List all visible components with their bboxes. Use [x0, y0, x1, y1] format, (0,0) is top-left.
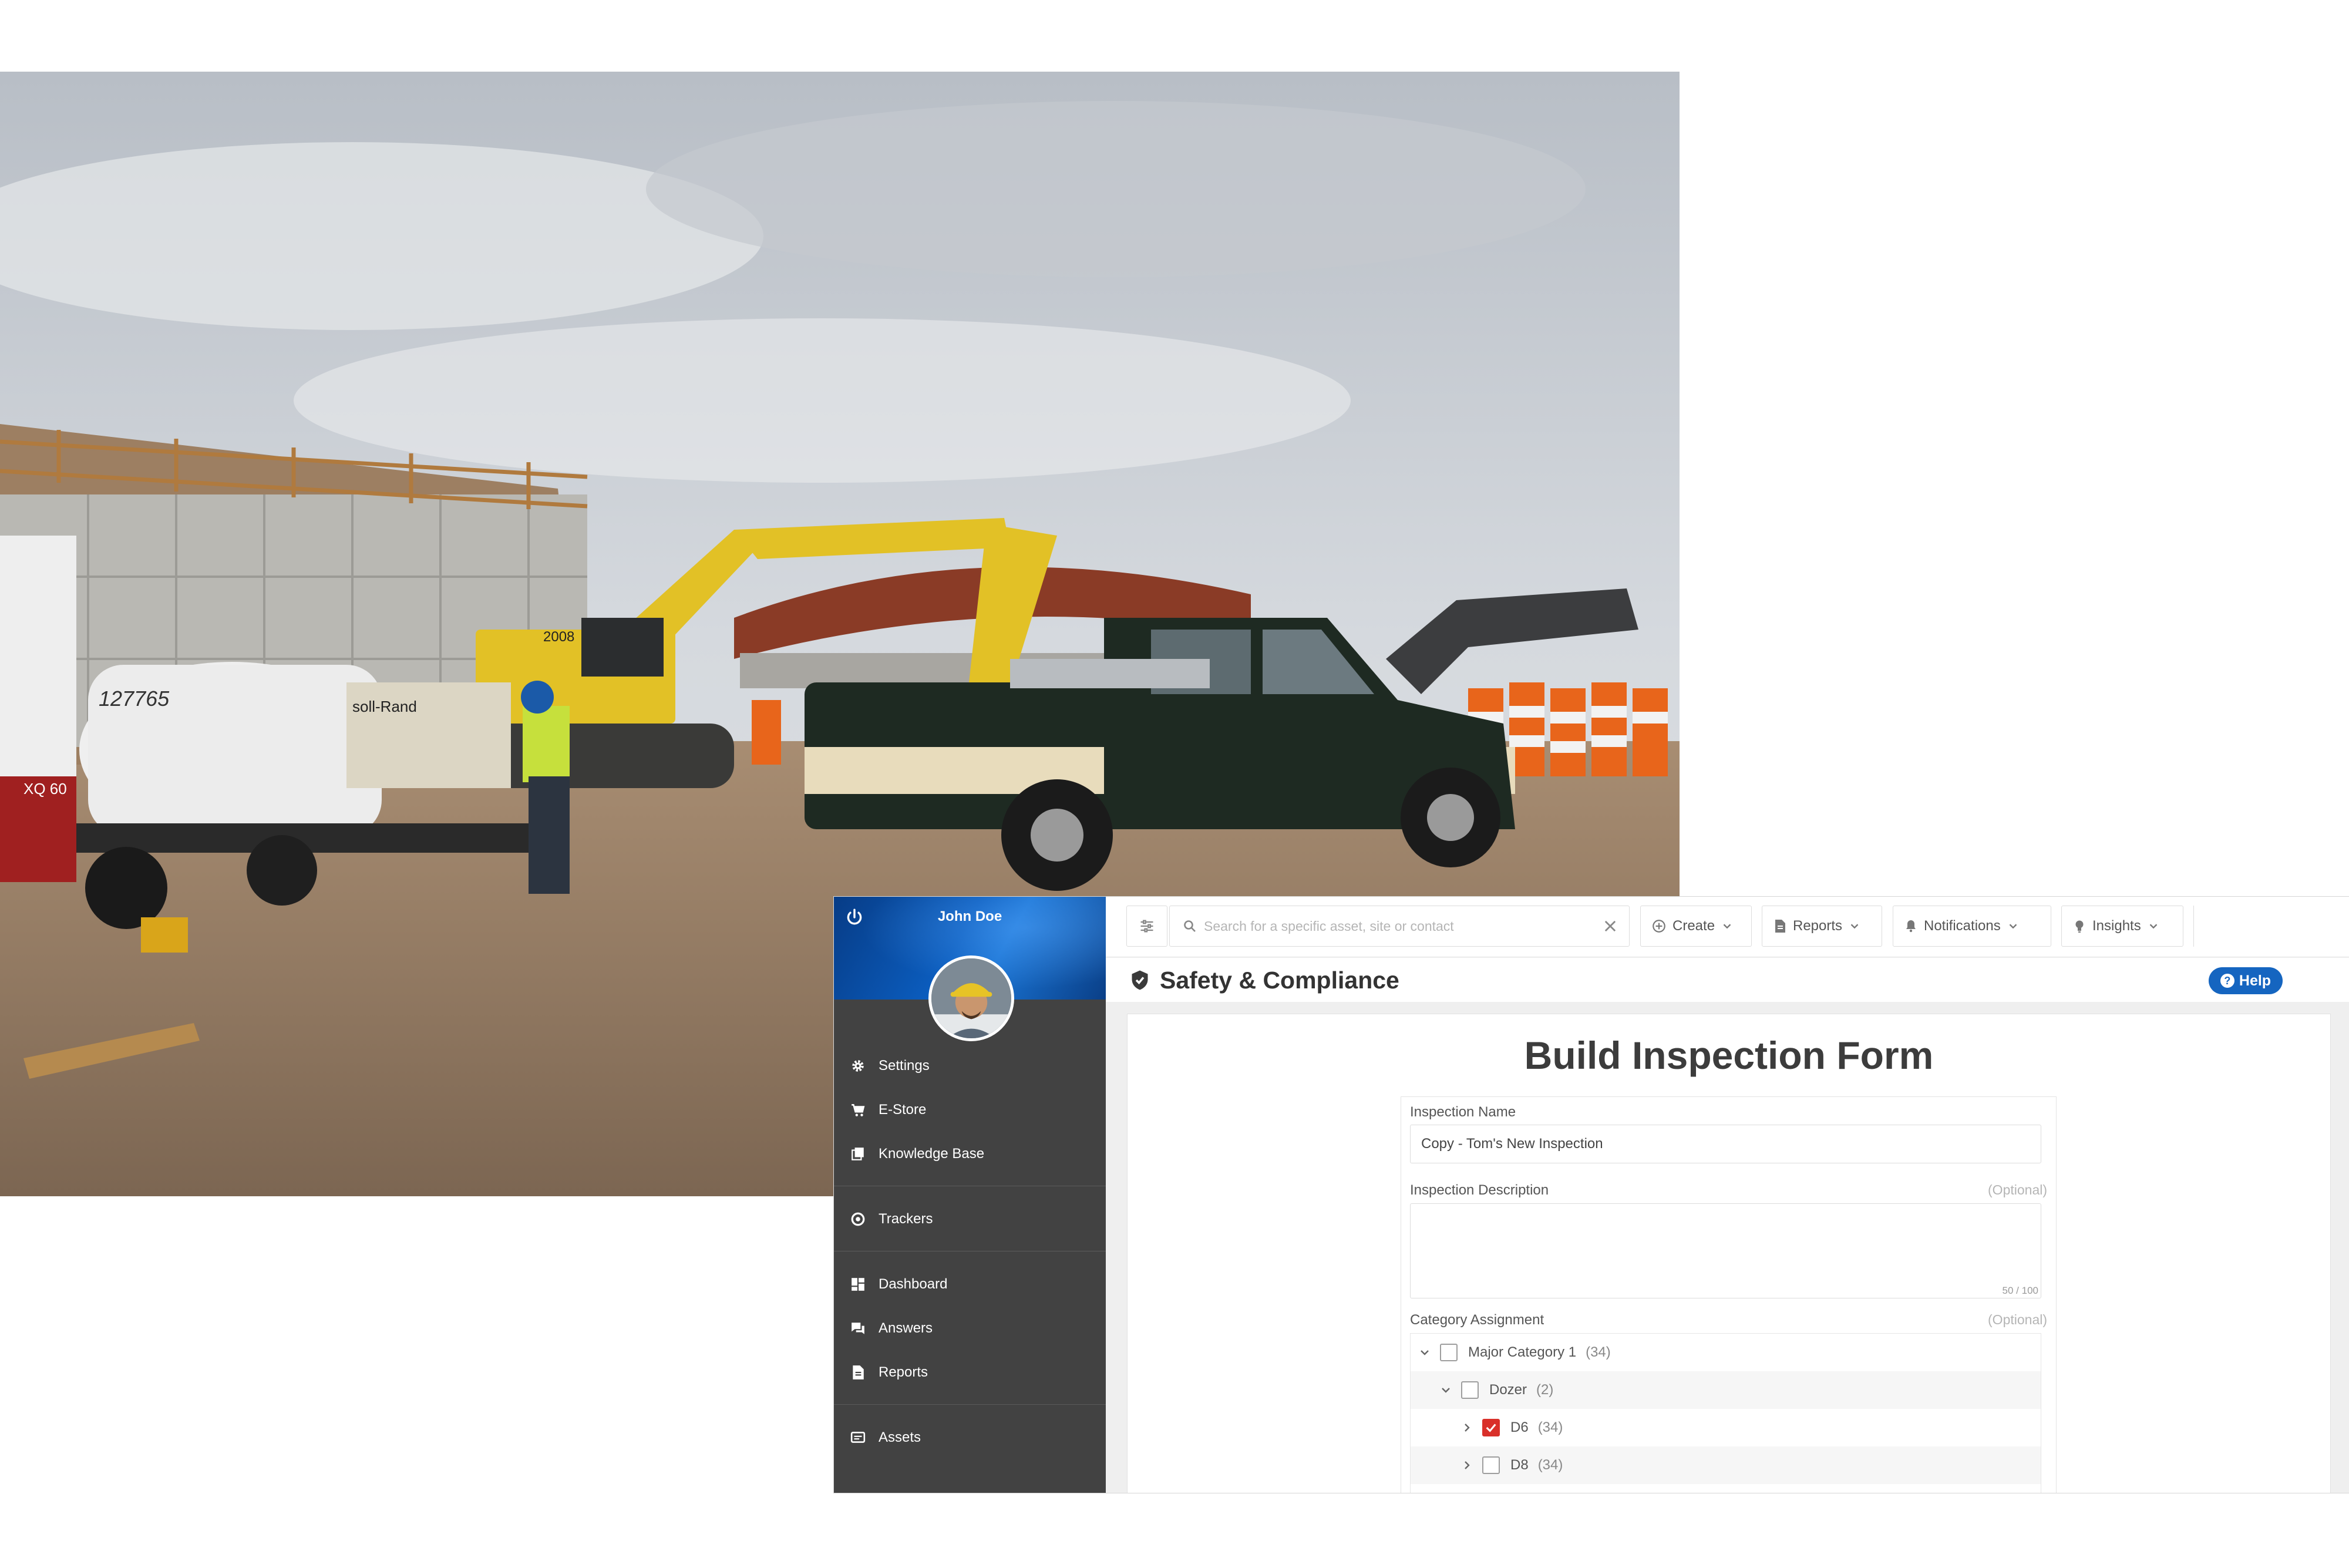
- create-label: Create: [1672, 918, 1715, 934]
- insights-label: Insights: [2092, 918, 2141, 934]
- sidebar-item-label: Trackers: [879, 1210, 933, 1227]
- report-icon: [1775, 920, 1785, 933]
- user-name: John Doe: [937, 909, 1002, 924]
- sidebar-item-label: Settings: [879, 1057, 930, 1074]
- help-button[interactable]: ? Help: [2209, 967, 2283, 994]
- sidebar-item-label: Dashboard: [879, 1276, 948, 1292]
- checkbox[interactable]: [1461, 1381, 1479, 1399]
- gear-icon: [852, 1059, 864, 1072]
- chevron-right-icon[interactable]: [1460, 1421, 1474, 1435]
- sidebar: John Doe Settings E-Store Knowledge Base…: [834, 897, 1106, 1493]
- tree-item-label: Major Category 1: [1468, 1344, 1577, 1360]
- tree-item-d6[interactable]: D6 (34): [1411, 1409, 2041, 1446]
- search-box: [1169, 906, 1630, 947]
- sidebar-item-label: Reports: [879, 1364, 928, 1380]
- lightbulb-icon: [2075, 920, 2084, 933]
- check-icon: [1486, 1424, 1496, 1432]
- sidebar-item-dashboard[interactable]: Dashboard: [834, 1262, 1106, 1306]
- tree-item-label: Dozer: [1489, 1382, 1527, 1398]
- sidebar-item-trackers[interactable]: Trackers: [834, 1197, 1106, 1241]
- form-title: Build Inspection Form: [1524, 1034, 1934, 1077]
- notifications-dropdown[interactable]: Notifications: [1893, 906, 2051, 947]
- reports-dropdown[interactable]: Reports: [1762, 906, 1882, 947]
- app-window: John Doe Settings E-Store Knowledge Base…: [834, 897, 2349, 1493]
- chevron-right-icon[interactable]: [1460, 1458, 1474, 1472]
- inspection-name-label: Inspection Name: [1410, 1104, 1516, 1120]
- optional-hint: (Optional): [1988, 1182, 2047, 1197]
- chevron-down-icon: [2149, 924, 2158, 929]
- plus-circle-icon: [1653, 920, 1665, 933]
- category-tree: Major Category 1 (34) Dozer (2) D6 (34) …: [1410, 1333, 2041, 1493]
- sliders-icon: [1140, 920, 1153, 933]
- sidebar-item-label: Assets: [879, 1429, 921, 1445]
- sidebar-item-knowledge-base[interactable]: Knowledge Base: [834, 1132, 1106, 1176]
- character-counter: 50 / 100: [2002, 1285, 2038, 1296]
- filter-button[interactable]: [1126, 906, 1167, 947]
- optional-hint: (Optional): [1988, 1312, 2047, 1327]
- reports-label: Reports: [1793, 918, 1843, 934]
- tree-item-count: (34): [1537, 1419, 1563, 1435]
- sidebar-item-e-store[interactable]: E-Store: [834, 1088, 1106, 1132]
- notifications-label: Notifications: [1924, 918, 2001, 934]
- sidebar-divider: [834, 1404, 1106, 1405]
- report-icon: [853, 1365, 864, 1379]
- chevron-down-icon: [1723, 924, 1731, 929]
- tree-item-label: D8: [1510, 1457, 1529, 1473]
- page-title: Safety & Compliance: [1160, 967, 1399, 994]
- cart-icon: [852, 1103, 865, 1116]
- svg-text:soll-Rand: soll-Rand: [352, 698, 417, 715]
- search-input[interactable]: [1204, 918, 1591, 934]
- tree-item-d8[interactable]: D8 (34): [1411, 1446, 2041, 1484]
- assets-icon: [850, 1431, 866, 1443]
- search-icon: [1184, 920, 1196, 932]
- sidebar-item-label: Knowledge Base: [879, 1145, 985, 1162]
- svg-text:127765: 127765: [99, 687, 170, 711]
- tree-item-dozer[interactable]: Dozer (2): [1411, 1371, 2041, 1409]
- top-bar: Create Reports Notifications Insights: [1106, 897, 2349, 957]
- bell-icon: [1906, 920, 1916, 933]
- book-icon: [852, 1147, 864, 1160]
- svg-text:2008: 2008: [543, 629, 574, 645]
- tree-item-label: D6: [1510, 1419, 1529, 1435]
- tree-item-major-category-1[interactable]: Major Category 1 (34): [1411, 1334, 2041, 1371]
- sidebar-item-label: E-Store: [879, 1101, 927, 1118]
- sidebar-item-assets[interactable]: Assets: [834, 1415, 1106, 1459]
- toolbar-divider: [2193, 906, 2194, 947]
- chevron-down-icon[interactable]: [1418, 1345, 1432, 1360]
- main-content: Build Inspection Form Inspection Name In…: [1106, 1002, 2349, 1493]
- inspection-description-label: Inspection Description: [1410, 1182, 1549, 1198]
- dashboard-icon: [852, 1277, 864, 1291]
- question-icon: ?: [2220, 974, 2234, 988]
- create-dropdown[interactable]: Create: [1640, 906, 1752, 947]
- sidebar-item-answers[interactable]: Answers: [834, 1306, 1106, 1350]
- sidebar-nav: Settings E-Store Knowledge Base Trackers: [834, 1044, 1106, 1459]
- target-icon: [851, 1212, 865, 1226]
- tree-item-count: (2): [1536, 1382, 1554, 1398]
- chevron-down-icon: [2009, 924, 2017, 929]
- chat-icon: [852, 1322, 864, 1334]
- category-assignment-label: Category Assignment: [1410, 1312, 1544, 1328]
- avatar[interactable]: [928, 955, 1014, 1041]
- tree-item-count: (34): [1586, 1344, 1611, 1360]
- shield-check-icon: [1132, 970, 1148, 990]
- insights-dropdown[interactable]: Insights: [2061, 906, 2183, 947]
- svg-text:XQ 60: XQ 60: [23, 780, 67, 798]
- page-header: Safety & Compliance ? Help: [1106, 958, 2349, 1002]
- chevron-down-icon[interactable]: [1439, 1383, 1453, 1397]
- inspection-form: Inspection Name Inspection Description (…: [1401, 1096, 2057, 1493]
- help-label: Help: [2239, 972, 2271, 989]
- checkbox-checked[interactable]: [1482, 1419, 1500, 1436]
- sidebar-item-settings[interactable]: Settings: [834, 1044, 1106, 1088]
- screenshot-canvas: 2008 127765 soll-Rand XQ 60 John Doe Set…: [0, 0, 2349, 1568]
- close-icon[interactable]: [1602, 918, 1618, 934]
- sidebar-item-label: Answers: [879, 1320, 933, 1336]
- sidebar-item-reports[interactable]: Reports: [834, 1350, 1106, 1394]
- tree-item-count: (34): [1537, 1457, 1563, 1473]
- chevron-down-icon: [1850, 924, 1859, 929]
- checkbox[interactable]: [1482, 1456, 1500, 1474]
- inspection-name-input[interactable]: [1410, 1125, 2041, 1163]
- form-card: Build Inspection Form Inspection Name In…: [1127, 1014, 2331, 1493]
- checkbox[interactable]: [1440, 1344, 1458, 1361]
- inspection-description-input[interactable]: [1410, 1203, 2041, 1298]
